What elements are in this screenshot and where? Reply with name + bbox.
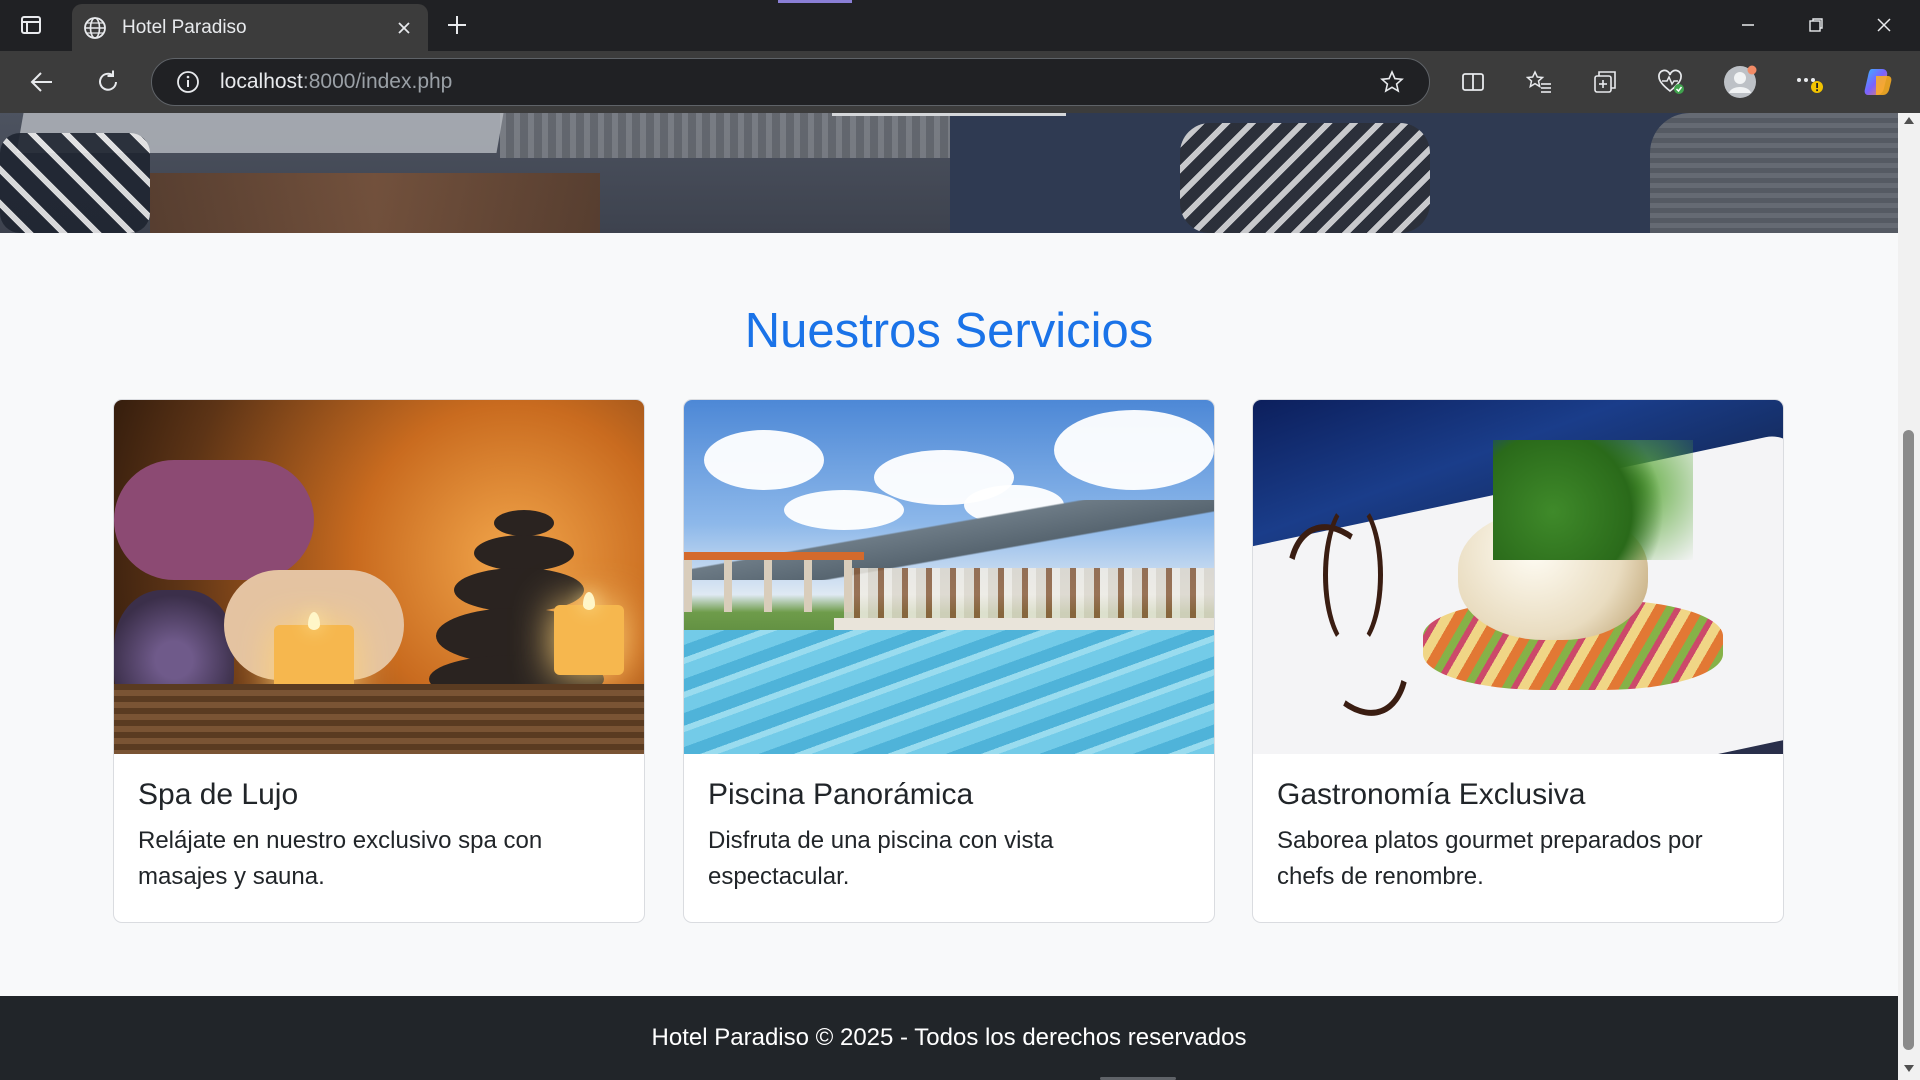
back-button[interactable] xyxy=(24,64,60,100)
tab-title: Hotel Paradiso xyxy=(122,16,247,38)
gastronomy-image xyxy=(1253,400,1783,754)
spa-stone xyxy=(494,510,554,536)
hero-knit-blanket xyxy=(1650,113,1898,233)
pool-cloud xyxy=(1054,410,1214,490)
more-options-icon[interactable] xyxy=(1791,64,1827,100)
globe-icon xyxy=(82,15,108,41)
scroll-thumb[interactable] xyxy=(1903,430,1914,1050)
close-tab-icon[interactable] xyxy=(390,14,418,42)
card-title: Gastronomía Exclusiva xyxy=(1277,778,1586,811)
window-accent-line xyxy=(778,0,852,3)
spa-flame xyxy=(308,612,320,630)
url-host: localhost xyxy=(220,70,303,93)
restore-button[interactable] xyxy=(1796,10,1836,40)
url-path: :8000/index.php xyxy=(302,70,453,93)
hero-floor xyxy=(150,173,600,233)
services-heading: Nuestros Servicios xyxy=(744,304,1154,358)
profile-avatar[interactable] xyxy=(1722,64,1758,100)
copilot-icon[interactable] xyxy=(1860,64,1896,100)
browser-essentials-icon[interactable] xyxy=(1653,64,1689,100)
card-title: Piscina Panorámica xyxy=(708,778,974,811)
hero-pillow xyxy=(0,133,150,233)
service-card-spa: Spa de Lujo Relájate en nuestro exclusiv… xyxy=(113,399,645,923)
food-greens xyxy=(1493,440,1693,560)
pool-water xyxy=(684,630,1214,754)
spa-flame xyxy=(583,592,595,610)
pool-cloud xyxy=(704,430,824,490)
hero-indicator xyxy=(832,113,1066,116)
favorite-star-icon[interactable] xyxy=(1377,67,1407,97)
vertical-scrollbar[interactable] xyxy=(1898,113,1920,1080)
address-bar[interactable]: localhost:8000/index.php xyxy=(151,58,1430,106)
page-viewport: Nuestros Servicios Spa de Lujo Relájate … xyxy=(0,113,1898,1080)
pool-railing xyxy=(684,552,864,612)
url-text[interactable]: localhost:8000/index.php xyxy=(220,70,1377,94)
scroll-down-arrow-icon[interactable] xyxy=(1904,1065,1914,1072)
spa-stone xyxy=(474,535,574,571)
browser-titlebar: Hotel Paradiso xyxy=(0,0,1920,51)
hero-banner-image xyxy=(0,113,1898,233)
split-screen-icon[interactable] xyxy=(1455,64,1491,100)
card-text: Saborea platos gourmet preparados por ch… xyxy=(1277,827,1703,890)
collections-icon[interactable] xyxy=(1587,64,1623,100)
site-info-icon[interactable] xyxy=(174,68,202,96)
service-card-pool: Piscina Panorámica Disfruta de una pisci… xyxy=(683,399,1215,923)
spa-image xyxy=(114,400,644,754)
food-sauce xyxy=(1323,500,1383,650)
spa-candle xyxy=(554,605,624,675)
tab-actions-icon[interactable] xyxy=(18,12,44,38)
hero-zigzag-pillow xyxy=(1180,123,1430,233)
scroll-up-arrow-icon[interactable] xyxy=(1904,117,1914,124)
reload-button[interactable] xyxy=(90,64,126,100)
service-card-gastronomy: Gastronomía Exclusiva Saborea platos gou… xyxy=(1252,399,1784,923)
footer-text: Hotel Paradiso © 2025 - Todos los derech… xyxy=(651,1024,1247,1051)
browser-toolbar: localhost:8000/index.php xyxy=(0,51,1920,113)
favorites-icon[interactable] xyxy=(1521,64,1557,100)
pool-village xyxy=(844,568,1214,618)
pool-image xyxy=(684,400,1214,754)
spa-wood-table xyxy=(114,684,644,754)
browser-tab[interactable]: Hotel Paradiso xyxy=(72,4,428,51)
spa-towel-purple xyxy=(114,460,314,580)
card-text: Disfruta de una piscina con vista espect… xyxy=(708,827,1054,890)
card-title: Spa de Lujo xyxy=(138,778,299,811)
new-tab-button[interactable] xyxy=(442,10,472,40)
card-text: Relájate en nuestro exclusivo spa con ma… xyxy=(138,827,543,890)
site-footer: Hotel Paradiso © 2025 - Todos los derech… xyxy=(0,996,1898,1080)
close-window-button[interactable] xyxy=(1864,10,1904,40)
minimize-button[interactable] xyxy=(1728,10,1768,40)
